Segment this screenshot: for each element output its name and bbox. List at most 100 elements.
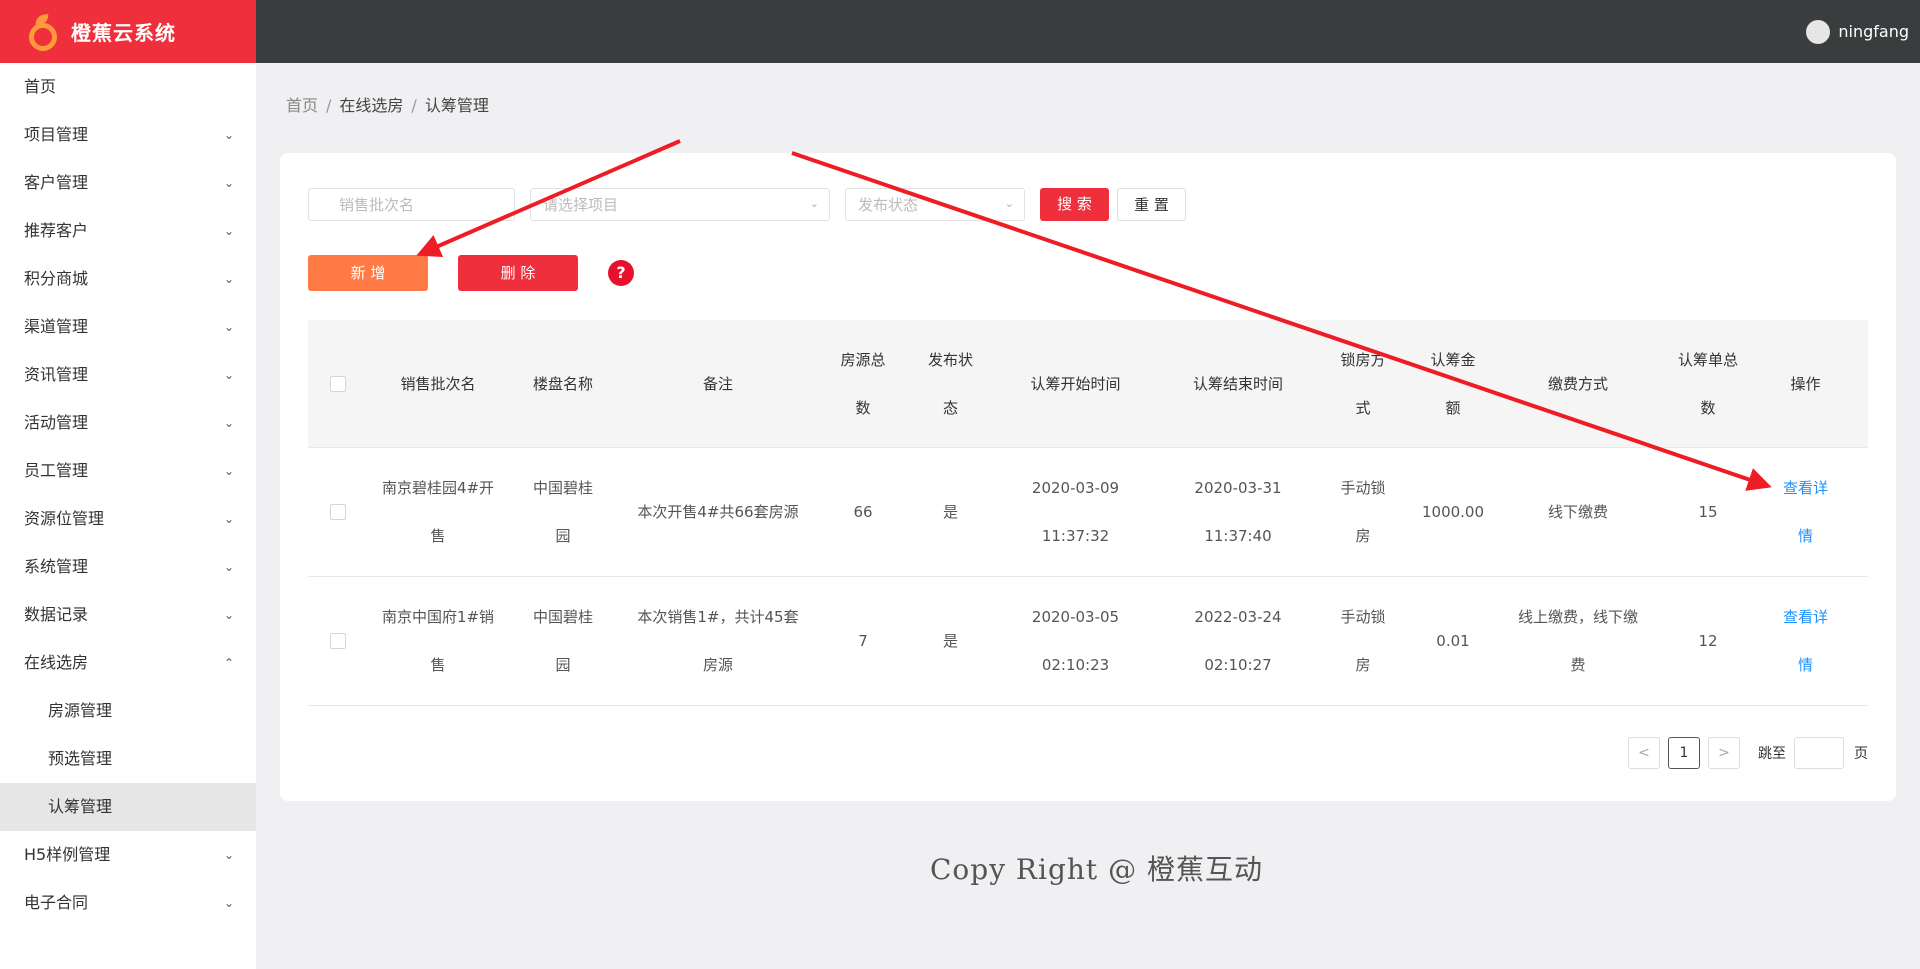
sidebar-item-news[interactable]: 资讯管理 ⌄ bbox=[0, 351, 256, 399]
link-text[interactable]: 情 bbox=[1783, 641, 1828, 689]
header-remark[interactable]: 备注 bbox=[618, 320, 818, 447]
sidebar-item-label: 项目管理 bbox=[24, 125, 89, 144]
help-icon[interactable]: ? bbox=[608, 260, 634, 286]
cell-orders: 12 bbox=[1658, 577, 1758, 705]
header-label: 数 bbox=[855, 398, 871, 417]
page-suffix-label: 页 bbox=[1854, 746, 1868, 762]
cell-text: 11:37:40 bbox=[1204, 527, 1272, 545]
sidebar-subitem-subscription[interactable]: 认筹管理 bbox=[0, 783, 256, 831]
select-all-cell bbox=[308, 320, 368, 447]
cell-text: 南京中国府1#销 bbox=[381, 608, 495, 626]
prev-page-button[interactable]: < bbox=[1628, 737, 1660, 769]
sidebar-item-e-contract[interactable]: 电子合同 ⌄ bbox=[0, 879, 256, 927]
sidebar-item-customers[interactable]: 客户管理 ⌄ bbox=[0, 159, 256, 207]
header-pay[interactable]: 缴费方式 bbox=[1498, 320, 1658, 447]
cell-total: 7 bbox=[818, 577, 908, 705]
sidebar-item-h5-samples[interactable]: H5样例管理 ⌄ bbox=[0, 831, 256, 879]
chevron-down-icon: ⌄ bbox=[809, 197, 819, 210]
cell-text: 园 bbox=[555, 527, 571, 545]
header-batch[interactable]: 销售批次名 bbox=[368, 320, 508, 447]
cell-text: 2020-03-09 bbox=[1031, 479, 1120, 497]
sidebar-item-resource-slots[interactable]: 资源位管理 ⌄ bbox=[0, 495, 256, 543]
username[interactable]: ningfang bbox=[1838, 22, 1909, 41]
next-page-button[interactable]: > bbox=[1708, 737, 1740, 769]
cell-text: 园 bbox=[555, 656, 571, 674]
breadcrumb-parent[interactable]: 在线选房 bbox=[339, 96, 403, 115]
cell-start: 2020-03-09 11:37:32 bbox=[993, 448, 1158, 576]
header-amount[interactable]: 认筹金额 bbox=[1408, 320, 1498, 447]
header-lock[interactable]: 锁房方式 bbox=[1318, 320, 1408, 447]
batch-name-input[interactable]: 销售批次名 bbox=[308, 188, 515, 221]
view-details-link[interactable]: 查看详情 bbox=[1758, 448, 1853, 576]
status-select[interactable]: 发布状态 ⌄ bbox=[845, 188, 1025, 221]
sidebar-item-label: 认筹管理 bbox=[48, 797, 113, 816]
sidebar-item-online-selection[interactable]: 在线选房 ⌃ bbox=[0, 639, 256, 687]
table-row[interactable]: 南京碧桂园4#开售 中国碧桂园 本次开售4#共66套房源 66 是 2020-0… bbox=[308, 448, 1868, 577]
status-select-placeholder: 发布状态 bbox=[858, 196, 919, 214]
chevron-down-icon: ⌄ bbox=[223, 512, 234, 526]
row-checkbox-cell bbox=[308, 448, 368, 576]
cell-text: 2022-03-24 bbox=[1194, 608, 1282, 626]
view-details-link[interactable]: 查看详情 bbox=[1758, 577, 1853, 705]
cell-text: 02:10:27 bbox=[1204, 656, 1272, 674]
user-menu[interactable]: ningfang bbox=[1806, 0, 1909, 63]
sidebar-item-label: 资源位管理 bbox=[24, 509, 105, 528]
select-all-checkbox[interactable] bbox=[330, 375, 346, 392]
add-button[interactable]: 新 增 bbox=[308, 255, 428, 291]
chevron-up-icon: ⌃ bbox=[223, 656, 234, 670]
breadcrumb-home[interactable]: 首页 bbox=[286, 96, 318, 115]
header-building[interactable]: 楼盘名称 bbox=[508, 320, 618, 447]
chevron-down-icon: ⌄ bbox=[223, 416, 234, 430]
goto-page-input[interactable] bbox=[1794, 737, 1844, 769]
chevron-down-icon: ⌄ bbox=[223, 608, 234, 622]
delete-button[interactable]: 删 除 bbox=[458, 255, 578, 291]
header-status[interactable]: 发布状态 bbox=[908, 320, 993, 447]
header-total[interactable]: 房源总数 bbox=[818, 320, 908, 447]
table-row[interactable]: 南京中国府1#销售 中国碧桂园 本次销售1#，共计45套 房源 7 是 2020-… bbox=[308, 577, 1868, 706]
sidebar-item-system[interactable]: 系统管理 ⌄ bbox=[0, 543, 256, 591]
sidebar-item-label: 电子合同 bbox=[24, 893, 89, 912]
sidebar-item-events[interactable]: 活动管理 ⌄ bbox=[0, 399, 256, 447]
sidebar-item-label: 客户管理 bbox=[24, 173, 89, 192]
sidebar-subitem-housing[interactable]: 房源管理 bbox=[0, 687, 256, 735]
link-text[interactable]: 查看详 bbox=[1783, 593, 1828, 641]
copyright-footer: Copy Right @ 橙蕉互动 bbox=[930, 853, 1263, 886]
cell-pay: 线下缴费 bbox=[1498, 448, 1658, 576]
breadcrumb-current: 认筹管理 bbox=[424, 96, 489, 115]
breadcrumb: 首页 / 在线选房 / 认筹管理 bbox=[286, 92, 489, 116]
chevron-down-icon: ⌄ bbox=[223, 224, 234, 238]
sidebar-item-projects[interactable]: 项目管理 ⌄ bbox=[0, 111, 256, 159]
cell-text: 2020-03-05 bbox=[1031, 608, 1120, 626]
cell-text: 手动锁 bbox=[1340, 479, 1386, 497]
logo-area[interactable]: 橙蕉云系统 bbox=[0, 0, 256, 63]
cell-text: 手动锁 bbox=[1340, 608, 1386, 626]
row-checkbox[interactable] bbox=[330, 504, 346, 520]
cell-amount: 1000.00 bbox=[1408, 448, 1498, 576]
header-orders[interactable]: 认筹单总数 bbox=[1658, 320, 1758, 447]
sidebar-item-channels[interactable]: 渠道管理 ⌄ bbox=[0, 303, 256, 351]
sidebar-item-points-mall[interactable]: 积分商城 ⌄ bbox=[0, 255, 256, 303]
sidebar-item-staff[interactable]: 员工管理 ⌄ bbox=[0, 447, 256, 495]
cell-text: 售 bbox=[430, 656, 446, 674]
header-label: 房源总 bbox=[840, 350, 886, 369]
page-1-button[interactable]: 1 bbox=[1668, 737, 1700, 769]
cell-text: 房 bbox=[1355, 527, 1371, 545]
sidebar-item-referrals[interactable]: 推荐客户 ⌄ bbox=[0, 207, 256, 255]
link-text[interactable]: 查看详 bbox=[1783, 464, 1828, 512]
sidebar-subitem-preselection[interactable]: 预选管理 bbox=[0, 735, 256, 783]
header-op[interactable]: 操作 bbox=[1758, 320, 1853, 447]
project-select[interactable]: 请选择项目 ⌄ bbox=[530, 188, 830, 221]
subscription-table: 销售批次名 楼盘名称 备注 房源总数 发布状态 认筹开始时间 认筹结束时间 锁房… bbox=[308, 320, 1868, 706]
row-checkbox[interactable] bbox=[330, 633, 346, 649]
header-start[interactable]: 认筹开始时间 bbox=[993, 320, 1158, 447]
reset-button[interactable]: 重 置 bbox=[1117, 188, 1186, 221]
search-button[interactable]: 搜 索 bbox=[1040, 188, 1109, 221]
header-label: 缴费方式 bbox=[1547, 374, 1608, 393]
cell-text: 本次开售4#共66套房源 bbox=[637, 503, 799, 521]
header-end[interactable]: 认筹结束时间 bbox=[1158, 320, 1318, 447]
sidebar-item-home[interactable]: 首页 bbox=[0, 63, 256, 111]
cell-batch: 南京中国府1#销售 bbox=[368, 577, 508, 705]
link-text[interactable]: 情 bbox=[1783, 512, 1828, 560]
avatar[interactable] bbox=[1806, 19, 1831, 44]
sidebar-item-data-records[interactable]: 数据记录 ⌄ bbox=[0, 591, 256, 639]
